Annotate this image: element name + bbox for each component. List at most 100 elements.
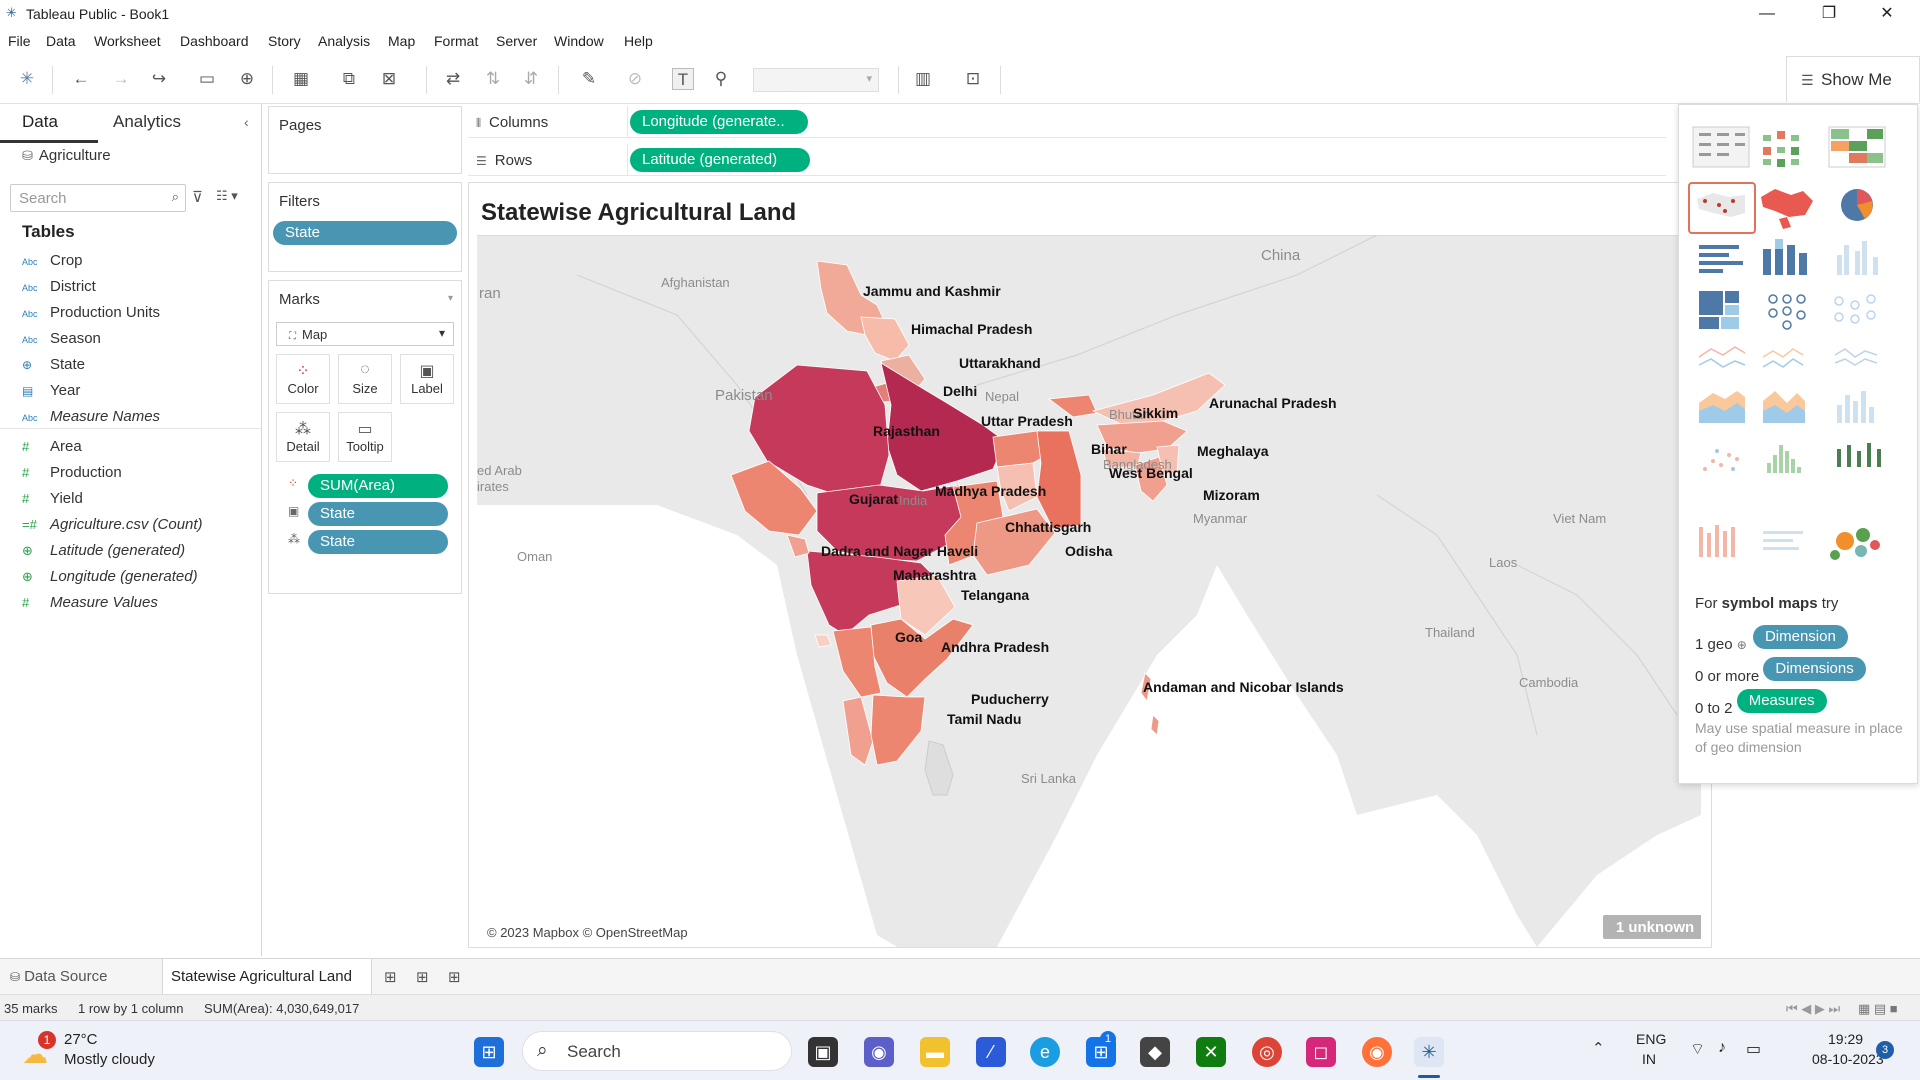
new-story-icon[interactable]: ⊞ — [448, 968, 461, 986]
marks-pill-state-detail[interactable]: State — [308, 530, 448, 554]
chart-pie[interactable] — [1841, 189, 1873, 221]
view-options-icon[interactable]: ☷ ▾ — [216, 188, 238, 204]
chart-treemap[interactable] — [1699, 291, 1739, 329]
pages-card[interactable]: Pages — [268, 106, 462, 174]
weather-widget[interactable]: ☁ 1 — [22, 1031, 58, 1069]
chart-lines-discrete[interactable] — [1762, 348, 1804, 368]
tab-data[interactable]: Data — [22, 112, 58, 132]
show-labels-icon[interactable]: T — [672, 68, 694, 90]
pin-icon[interactable]: ⚲ — [710, 68, 732, 90]
unknown-indicator[interactable]: 1 unknown — [1603, 915, 1701, 939]
sort-ascending-icon[interactable]: ⇅ — [482, 68, 504, 90]
instagram-icon[interactable]: ◻ — [1306, 1037, 1336, 1067]
chart-scatter[interactable] — [1703, 449, 1739, 471]
chart-filled-map[interactable] — [1761, 189, 1813, 229]
fit-dropdown[interactable] — [753, 68, 879, 92]
chart-circle-views[interactable] — [1768, 294, 1806, 330]
chart-histogram[interactable] — [1767, 445, 1801, 473]
new-worksheet-icon[interactable]: ⊞ — [384, 968, 397, 986]
sheet-nav-icons[interactable]: ⏮ ◀ ▶ ⏭ — [1786, 1001, 1840, 1017]
chart-text-table[interactable] — [1692, 126, 1750, 168]
menu-dashboard[interactable]: Dashboard — [180, 33, 249, 49]
save-icon[interactable]: ▭ — [196, 68, 218, 90]
new-worksheet-icon[interactable]: ▦ — [290, 68, 312, 90]
size-button[interactable]: ◌ Size — [338, 354, 392, 404]
field-measure-names[interactable]: Abc Measure Names — [22, 408, 160, 430]
chart-area-discrete[interactable] — [1763, 391, 1805, 423]
chart-area-continuous[interactable] — [1699, 391, 1745, 423]
data-source-tab[interactable]: ⛁ Data Source — [10, 968, 107, 985]
file-explorer-icon[interactable]: ▬ — [920, 1037, 950, 1067]
rows-shelf[interactable]: ☰ Rows Latitude (generated) — [468, 144, 1666, 176]
filters-card[interactable]: Filters State — [268, 182, 462, 272]
chart-symbol-map[interactable] — [1688, 182, 1756, 234]
chart-horizontal-bars[interactable] — [1699, 245, 1743, 273]
tray-chevron-icon[interactable]: ⌃ — [1592, 1039, 1605, 1057]
wifi-icon[interactable]: ⌔ — [1690, 1039, 1705, 1059]
volume-icon[interactable]: ♪ — [1718, 1039, 1726, 1057]
field-latitude-generated[interactable]: ⊕ Latitude (generated) — [22, 542, 185, 564]
field-longitude-generated[interactable]: ⊕ Longitude (generated) — [22, 568, 198, 590]
teams-icon[interactable]: ◉ — [864, 1037, 894, 1067]
unity-icon[interactable]: ◆ — [1140, 1037, 1170, 1067]
battery-icon[interactable]: ▭ — [1746, 1039, 1761, 1059]
chart-lines-continuous[interactable] — [1698, 346, 1746, 368]
field-yield[interactable]: # Yield — [22, 490, 83, 512]
replay-icon[interactable]: ↪ — [148, 68, 170, 90]
chart-dual-combination[interactable] — [1837, 391, 1874, 423]
field-crop[interactable]: Abc Crop — [22, 252, 83, 274]
mark-type-dropdown[interactable]: ⛶ Map — [276, 322, 454, 346]
chart-side-by-side-bars[interactable] — [1837, 241, 1878, 275]
collapse-pane-icon[interactable]: ‹ — [244, 114, 249, 130]
field-production-units[interactable]: Abc Production Units — [22, 304, 160, 326]
undo-icon[interactable]: ← — [70, 68, 92, 90]
chart-stacked-bars[interactable] — [1763, 239, 1807, 275]
clock-time[interactable]: 19:29 — [1828, 1031, 1863, 1047]
menu-window[interactable]: Window — [554, 33, 604, 49]
minimize-button[interactable]: — — [1744, 2, 1790, 26]
new-dashboard-icon[interactable]: ⊞ — [416, 968, 429, 986]
menu-map[interactable]: Map — [388, 33, 415, 49]
search-input[interactable]: Search ⌕ — [10, 184, 186, 212]
menu-server[interactable]: Server — [496, 33, 537, 49]
field-measure-values[interactable]: # Measure Values — [22, 594, 158, 616]
columns-shelf[interactable]: ⫴ Columns Longitude (generate.. — [468, 106, 1666, 138]
columns-pill-longitude[interactable]: Longitude (generate.. — [630, 110, 808, 134]
close-button[interactable]: ✕ — [1864, 2, 1910, 26]
app-icon[interactable]: ⁄ — [976, 1037, 1006, 1067]
task-view-icon[interactable]: ▣ — [808, 1037, 838, 1067]
sort-descending-icon[interactable]: ⇵ — [520, 68, 542, 90]
firefox-icon[interactable]: ◉ — [1362, 1037, 1392, 1067]
chart-packed-bubbles[interactable] — [1830, 528, 1880, 560]
chart-side-by-side-circles[interactable] — [1834, 294, 1876, 324]
chrome-icon[interactable]: ◎ — [1252, 1037, 1282, 1067]
show-me-button[interactable]: ☰ Show Me — [1786, 56, 1920, 102]
menu-help[interactable]: Help — [624, 33, 653, 49]
new-datasource-icon[interactable]: ⊕ — [236, 68, 258, 90]
rows-pill-latitude[interactable]: Latitude (generated) — [630, 148, 810, 172]
field-year[interactable]: ▤ Year — [22, 382, 80, 404]
language-label[interactable]: ENG — [1636, 1031, 1666, 1047]
field-production[interactable]: # Production — [22, 464, 122, 486]
filter-pill-state[interactable]: State — [273, 221, 457, 245]
tooltip-button[interactable]: ▭ Tooltip — [338, 412, 392, 462]
chart-bullet[interactable] — [1763, 531, 1803, 550]
field-agriculture-count[interactable]: =# Agriculture.csv (Count) — [22, 516, 203, 538]
color-button[interactable]: ⁘ Color — [276, 354, 330, 404]
chart-highlight-table[interactable] — [1828, 126, 1886, 168]
field-area[interactable]: # Area — [22, 438, 82, 460]
tableau-start-icon[interactable]: ✳ — [16, 68, 38, 90]
filter-fields-icon[interactable]: ⊽ — [192, 188, 203, 206]
taskbar-search[interactable]: ⌕ Search — [522, 1031, 792, 1071]
field-season[interactable]: Abc Season — [22, 330, 101, 352]
field-state[interactable]: ⊕ State — [22, 356, 85, 378]
presentation-mode-icon[interactable]: ⊡ — [962, 68, 984, 90]
edge-icon[interactable]: e — [1030, 1037, 1060, 1067]
chart-dual-lines[interactable] — [1834, 348, 1878, 366]
view-mode-icons[interactable]: ▦ ▤ ■ — [1858, 1001, 1898, 1017]
tableau-taskbar-icon[interactable]: ✳ — [1414, 1037, 1444, 1067]
menu-analysis[interactable]: Analysis — [318, 33, 370, 49]
duplicate-sheet-icon[interactable]: ⧉ — [338, 68, 360, 90]
region-label[interactable]: IN — [1642, 1051, 1656, 1067]
swap-icon[interactable]: ⇄ — [442, 68, 464, 90]
